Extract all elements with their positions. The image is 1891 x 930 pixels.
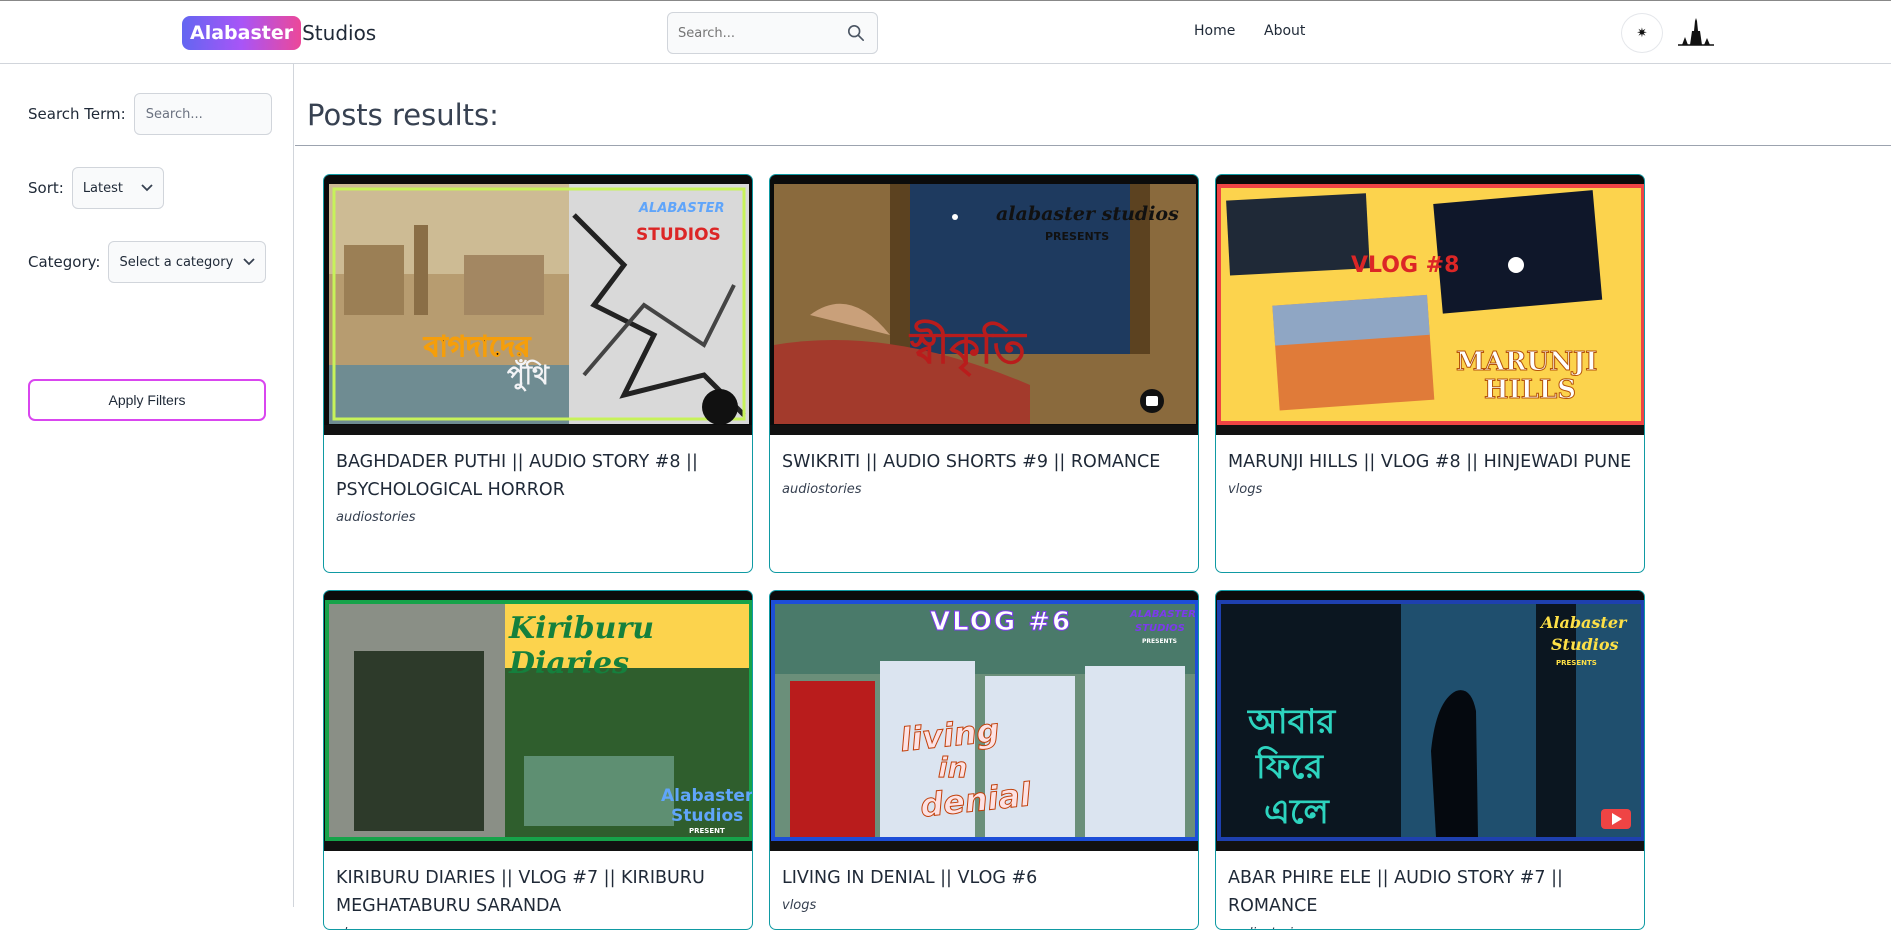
thumb-text: STUDIOS	[1135, 623, 1185, 634]
thumb-text: PRESENTS	[1142, 638, 1177, 645]
thumb-text: PRESENTS	[1556, 659, 1597, 667]
filter-sidebar: Search Term: Search... Sort: Latest Cate…	[0, 64, 294, 907]
category-select[interactable]: Select a category	[108, 241, 267, 283]
post-title[interactable]: ABAR PHIRE ELE || AUDIO STORY #7 || ROMA…	[1216, 851, 1644, 920]
post-card[interactable]: Kiriburu Diaries Alabaster Studios PRESE…	[323, 590, 753, 930]
search-term-label: Search Term:	[28, 105, 126, 123]
logo-text: Studios	[302, 21, 377, 45]
sort-label: Sort:	[28, 179, 64, 197]
thumb-text: Alabaster	[1541, 613, 1627, 632]
theme-toggle-button[interactable]: ✷	[1621, 13, 1663, 53]
thumb-text: STUDIOS	[636, 225, 721, 245]
thumb-text: VLOG #8	[1351, 253, 1460, 278]
thumb-text: alabaster studios	[996, 203, 1179, 225]
nav-about-link[interactable]: About	[1264, 23, 1305, 39]
thumb-text: পুঁথি	[507, 361, 549, 391]
search-term-row: Search Term: Search...	[28, 93, 272, 135]
header-search[interactable]	[667, 12, 878, 54]
thumb-text: এলে	[1264, 792, 1329, 832]
apply-filters-button[interactable]: Apply Filters	[28, 379, 266, 421]
thumb-text: স্বীকৃতি	[910, 323, 1026, 374]
search-term-input[interactable]: Search...	[133, 93, 272, 135]
post-card[interactable]: VLOG #8 MARUNJI HILLS MARUNJI HILLS || V…	[1215, 174, 1645, 573]
category-select-value: Select a category	[119, 254, 234, 270]
post-category: vlogs	[324, 920, 752, 929]
post-card[interactable]: আবার ফিরে এলে Alabaster Studios PRESENTS…	[1215, 590, 1645, 930]
thumb-text: ALABASTER	[639, 201, 725, 216]
castle-logo-icon[interactable]	[1676, 17, 1716, 51]
title-divider	[295, 145, 1891, 146]
thumb-text: ALABASTER	[1130, 609, 1196, 620]
post-title[interactable]: MARUNJI HILLS || VLOG #8 || HINJEWADI PU…	[1216, 435, 1644, 476]
post-card[interactable]: স্বীকৃতি alabaster studios PRESENTS SWIK…	[769, 174, 1199, 573]
thumb-text: PRESENTS	[1045, 230, 1110, 243]
sort-row: Sort: Latest	[28, 167, 164, 209]
thumb-text: HILLS	[1483, 375, 1577, 406]
thumb-text: PRESENT	[689, 827, 725, 835]
thumb-text: Kiriburu Diaries	[509, 611, 655, 681]
chevron-down-icon	[141, 184, 153, 192]
sun-icon: ✷	[1636, 25, 1648, 40]
post-card[interactable]: বাগদাদের পুঁথি ALABASTER STUDIOS BAGHDAD…	[323, 174, 753, 573]
logo-badge: Alabaster	[182, 16, 302, 50]
top-navbar: Alabaster Studios Home About ✷	[0, 0, 1891, 64]
post-category: vlogs	[1228, 482, 1263, 497]
thumb-text: in	[938, 751, 969, 785]
post-thumbnail[interactable]: স্বীকৃতি alabaster studios PRESENTS	[770, 175, 1198, 435]
post-thumbnail[interactable]: আবার ফিরে এলে Alabaster Studios PRESENTS	[1216, 591, 1644, 851]
post-title[interactable]: SWIKRITI || AUDIO SHORTS #9 || ROMANCE	[770, 435, 1198, 476]
sort-select-value: Latest	[82, 180, 123, 196]
post-title[interactable]: KIRIBURU DIARIES || VLOG #7 || KIRIBURU …	[324, 851, 752, 920]
site-logo[interactable]: Alabaster Studios	[182, 15, 376, 51]
post-thumbnail[interactable]: Kiriburu Diaries Alabaster Studios PRESE…	[324, 591, 752, 851]
thumb-text: MARUNJI	[1455, 347, 1598, 378]
post-title[interactable]: LIVING IN DENIAL || VLOG #6	[770, 851, 1198, 892]
post-thumbnail[interactable]: VLOG #6 living in denial ALABASTER STUDI…	[770, 591, 1198, 851]
nav-home-link[interactable]: Home	[1194, 23, 1235, 39]
thumb-text: Alabaster	[661, 786, 752, 806]
post-thumbnail[interactable]: বাগদাদের পুঁথি ALABASTER STUDIOS	[324, 175, 752, 435]
sort-select[interactable]: Latest	[71, 167, 164, 209]
post-card[interactable]: VLOG #6 living in denial ALABASTER STUDI…	[769, 590, 1199, 930]
post-category: audiostories	[1216, 920, 1644, 929]
post-category: audiostories	[782, 482, 862, 497]
post-title[interactable]: BAGHDADER PUTHI || AUDIO STORY #8 || PSY…	[324, 435, 752, 504]
category-row: Category: Select a category	[28, 241, 267, 283]
thumb-text: Studios	[671, 806, 744, 826]
search-icon[interactable]	[847, 24, 865, 46]
thumb-text: Studios	[1551, 635, 1619, 654]
header-search-input[interactable]	[678, 25, 838, 41]
chevron-down-icon	[243, 258, 256, 266]
post-category: vlogs	[782, 898, 817, 913]
page-title: Posts results:	[307, 98, 499, 132]
post-thumbnail[interactable]: VLOG #8 MARUNJI HILLS	[1216, 175, 1644, 435]
thumb-text: VLOG #6	[929, 607, 1073, 638]
post-category: audiostories	[336, 510, 416, 525]
category-label: Category:	[28, 253, 101, 271]
